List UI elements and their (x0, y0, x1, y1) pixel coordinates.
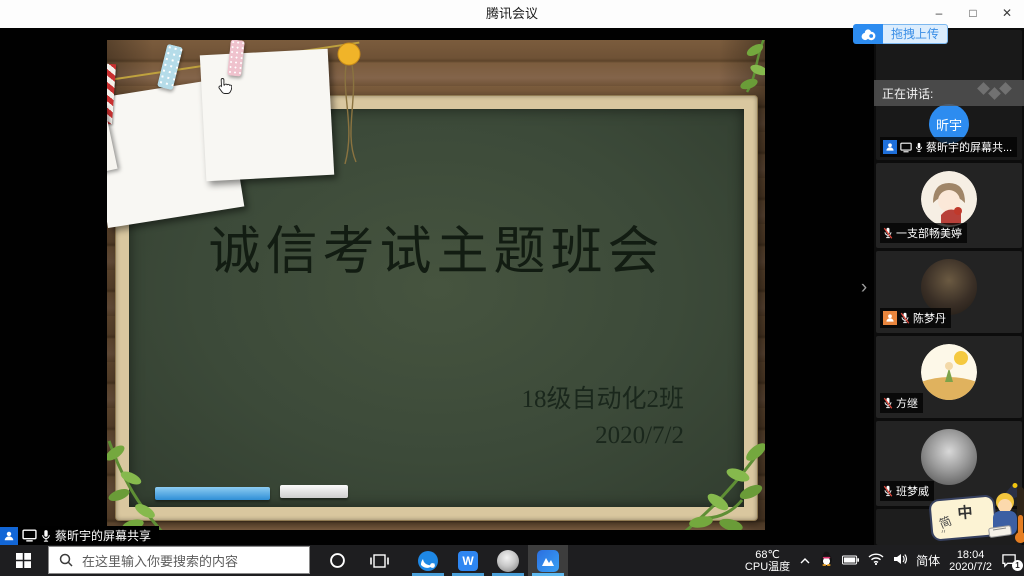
ime-indicator[interactable]: 简体 (916, 552, 940, 569)
shared-screen-area: 诚信考试主题班会 18级自动化2班 2020/7/2 I♥U (0, 28, 874, 545)
avatar (921, 171, 977, 227)
participant-name: 一支部畅美婷 (896, 225, 962, 241)
drag-upload-label: 拖拽上传 (883, 24, 948, 44)
search-placeholder: 在这里输入你要搜索的内容 (82, 551, 238, 570)
paper-note (200, 49, 334, 182)
search-icon (59, 553, 73, 567)
participant-name-bar: 班梦威 (880, 481, 934, 501)
meeting-watermark-logo (979, 84, 1010, 98)
tencent-meeting-icon (537, 550, 559, 572)
member-badge-icon (0, 527, 18, 545)
qq-browser-icon (417, 550, 439, 572)
muted-mic-icon (883, 227, 893, 239)
cortana-icon (329, 552, 346, 569)
clock-time: 18:04 (949, 549, 992, 561)
ime-pet-widget[interactable]: 中 简 ៸៸ (928, 483, 1024, 545)
taskbar-clock[interactable]: 18:04 2020/7/2 (949, 549, 992, 573)
yellow-balloon (335, 42, 365, 172)
vine-leaves (676, 430, 765, 530)
task-view-icon (370, 553, 389, 569)
task-view-button[interactable] (358, 545, 400, 576)
cpu-temp-label: CPU温度 (745, 561, 790, 573)
windows-taskbar: 在这里输入你要搜索的内容 W (0, 545, 1024, 576)
participants-sidebar: 昕宇 蔡昕宇的屏幕共... 正在讲话: (874, 28, 1024, 545)
clothespin-blue (157, 44, 183, 91)
slide-title: 诚信考试主题班会 (129, 209, 744, 284)
bubble-marks: ៸៸ (941, 525, 947, 536)
taskbar-app-qq-browser[interactable] (408, 545, 448, 576)
cpu-temp-value: 68℃ (745, 549, 790, 561)
drag-upload-button[interactable]: 拖拽上传 (853, 24, 948, 44)
start-button[interactable] (0, 545, 46, 576)
system-tray: 68℃ CPU温度 简体 18:04 2020/7/2 (745, 545, 1024, 576)
participant-name-bar: 蔡昕宇的屏幕共... (880, 137, 1017, 157)
muted-mic-icon (900, 312, 910, 324)
blue-chalk (155, 487, 270, 500)
taskbar-app-user[interactable] (488, 545, 528, 576)
screen-share-icon (22, 529, 37, 542)
qq-penguin-tray-icon[interactable] (820, 551, 833, 571)
slide-subtitle: 18级自动化2班 2020/7/2 (521, 382, 684, 454)
participant-name-bar: 一支部畅美婷 (880, 223, 967, 243)
cpu-temp-widget[interactable]: 68℃ CPU温度 (745, 549, 790, 573)
clock-date: 2020/7/2 (949, 561, 992, 573)
taskbar-app-wps[interactable]: W (448, 545, 488, 576)
wps-icon: W (458, 551, 478, 571)
participant-tile[interactable]: 一支部畅美婷 (876, 163, 1022, 248)
notification-badge: 1 (1012, 560, 1023, 571)
participant-name-bar: 陈梦丹 (880, 308, 951, 328)
member-badge-icon (883, 140, 897, 154)
widget-slider[interactable] (1017, 487, 1024, 541)
mic-icon (41, 529, 51, 543)
participant-name: 陈梦丹 (913, 310, 946, 326)
slide-date-line: 2020/7/2 (521, 418, 684, 454)
avatar (921, 429, 977, 485)
share-banner-label: 蔡昕宇的屏幕共享 (55, 527, 151, 544)
avatar (921, 259, 977, 315)
vine-leaves (107, 433, 171, 530)
muted-mic-icon (883, 397, 893, 409)
taskbar-app-tencent-meeting[interactable] (528, 545, 568, 576)
participant-name-bar: 方继 (880, 393, 923, 413)
presentation-slide: 诚信考试主题班会 18级自动化2班 2020/7/2 I♥U (107, 40, 765, 530)
muted-mic-icon (883, 485, 893, 497)
maximize-button[interactable]: □ (956, 0, 990, 28)
avatar-initials: 昕宇 (936, 115, 962, 134)
mic-icon (915, 142, 923, 153)
white-chalk (280, 485, 348, 498)
desktop-screen: 腾讯会议 – □ ✕ 拖拽上传 诚信考试主题班会 18级自动化2班 2020/7… (0, 0, 1024, 576)
screen-share-banner: 蔡昕宇的屏幕共享 (0, 526, 159, 545)
taskbar-search-input[interactable]: 在这里输入你要搜索的内容 (48, 546, 310, 574)
tray-chevron-up-icon[interactable] (799, 552, 811, 570)
hand-cursor-icon (218, 77, 232, 95)
participant-tile[interactable]: 陈梦丹 (876, 251, 1022, 333)
ime-char: 中 (957, 501, 974, 523)
action-center-button[interactable]: 1 (1001, 553, 1018, 568)
vine-leaves (727, 40, 765, 96)
speaker-icon[interactable] (893, 552, 907, 570)
taskbar-apps: W (408, 545, 568, 576)
sidebar-collapse-arrow[interactable]: › (856, 276, 872, 302)
speaking-now-bar: 正在讲话: (874, 80, 1024, 106)
battery-icon[interactable] (842, 552, 859, 570)
screen-share-icon (900, 142, 912, 153)
wifi-icon[interactable] (868, 552, 884, 570)
member-badge-icon (883, 311, 897, 325)
cloud-upload-icon (853, 24, 883, 44)
close-button[interactable]: ✕ (990, 0, 1024, 28)
slide-class-line: 18级自动化2班 (521, 382, 684, 418)
participant-name: 班梦威 (896, 483, 929, 499)
participant-name: 蔡昕宇的屏幕共... (926, 139, 1012, 155)
user-avatar-app-icon (497, 550, 519, 572)
participant-tile[interactable]: 方继 (876, 336, 1022, 418)
speaking-now-label: 正在讲话: (882, 85, 933, 102)
avatar (921, 344, 977, 400)
cortana-button[interactable] (316, 545, 358, 576)
participant-name: 方继 (896, 395, 918, 411)
